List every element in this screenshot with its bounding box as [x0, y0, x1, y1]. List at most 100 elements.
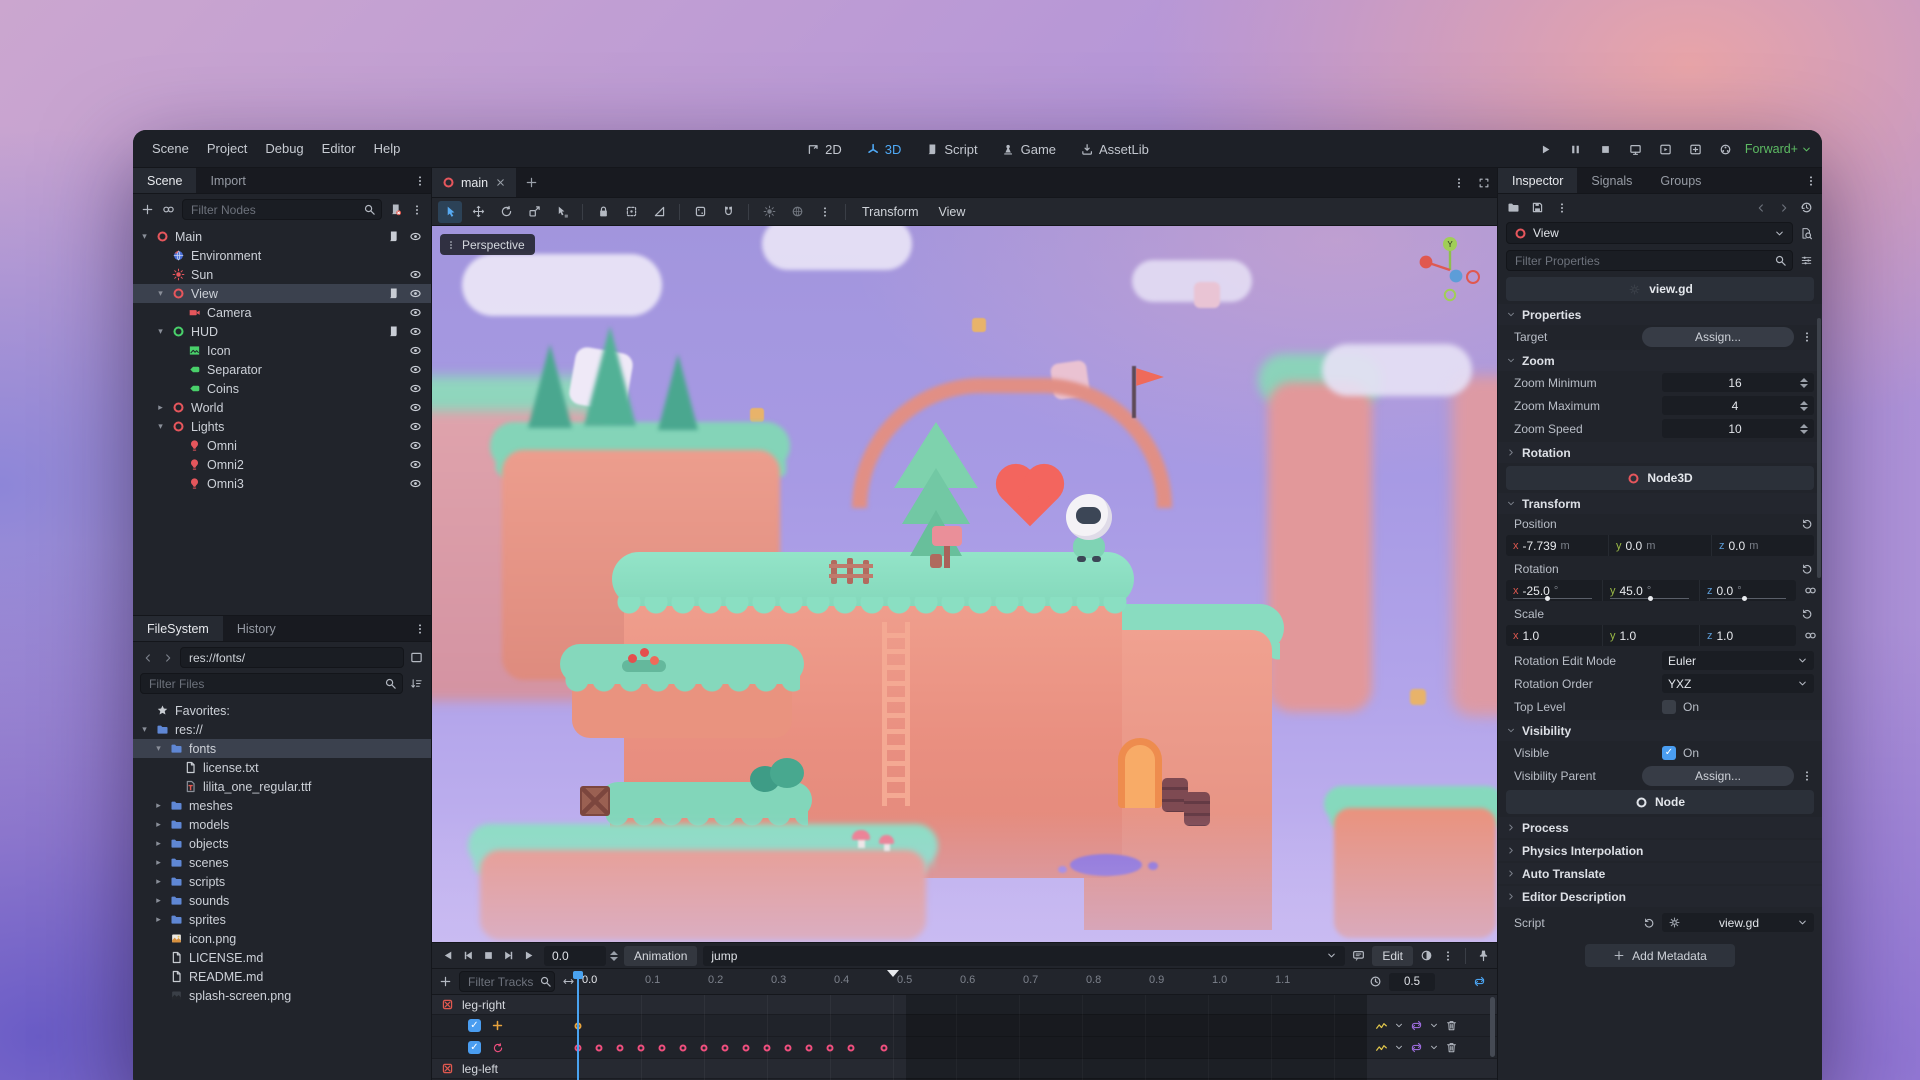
add-metadata-button[interactable]: Add Metadata	[1585, 944, 1735, 967]
edited-node-dropdown[interactable]: View	[1506, 222, 1793, 244]
assign-target-button[interactable]: Assign...	[1642, 327, 1794, 347]
script-category-bar[interactable]: view.gd	[1506, 277, 1814, 301]
dots-tool-button[interactable]	[813, 201, 837, 223]
scale-tool-button[interactable]	[522, 201, 546, 223]
scene-node-coins[interactable]: Coins	[133, 379, 431, 398]
visibility-eye-icon[interactable]	[408, 286, 423, 301]
next-frame-button[interactable]	[498, 948, 518, 963]
save-resource-icon[interactable]	[1530, 200, 1545, 215]
stop-button[interactable]	[478, 948, 498, 963]
renderer-selector[interactable]: Forward+	[1745, 142, 1812, 157]
visibility-eye-icon[interactable]	[408, 324, 423, 339]
environment-preview-tool-button[interactable]	[785, 201, 809, 223]
animation-length-field[interactable]: 0.5	[1389, 973, 1435, 991]
scene-node-icon[interactable]: Icon	[133, 341, 431, 360]
close-icon[interactable]	[494, 175, 506, 190]
lock-tool-button[interactable]	[591, 201, 615, 223]
play-scene-button[interactable]	[1656, 142, 1676, 157]
back-button[interactable]	[140, 650, 155, 665]
list-select-tool-button[interactable]	[550, 201, 574, 223]
workspace-3d[interactable]: 3D	[858, 138, 910, 161]
section-transform[interactable]: Transform	[1498, 493, 1822, 514]
file-item-icon-png[interactable]: icon.png	[133, 929, 431, 948]
menu-project[interactable]: Project	[198, 137, 256, 160]
workspace-game[interactable]: Game	[994, 138, 1064, 161]
zoom-speed-field[interactable]: 10	[1662, 419, 1814, 438]
inspector-tab-groups[interactable]: Groups	[1646, 168, 1715, 193]
visible-checkbox[interactable]: ✓	[1662, 746, 1676, 760]
update-mode-icon[interactable]	[1374, 1018, 1389, 1033]
file-item-res---[interactable]: ▾res://	[133, 720, 431, 739]
animation-tools-icon[interactable]	[1351, 948, 1366, 963]
edit-button[interactable]: Edit	[1372, 946, 1413, 966]
link-icon[interactable]	[1803, 628, 1818, 643]
delete-track-icon[interactable]	[1444, 1018, 1459, 1033]
play-backwards-button[interactable]	[438, 948, 458, 963]
visibility-eye-icon[interactable]	[408, 457, 423, 472]
history-forward-icon[interactable]	[1776, 200, 1791, 215]
timeline-ruler[interactable]: 0.00.10.20.30.40.50.60.70.80.91.01.1	[432, 969, 1497, 994]
snap-tool-button[interactable]	[688, 201, 712, 223]
viewport-menu-view[interactable]: View	[931, 202, 974, 222]
filter-files-input[interactable]	[140, 673, 403, 694]
file-item-meshes[interactable]: ▸meshes	[133, 796, 431, 815]
rotate-tool-button[interactable]	[494, 201, 518, 223]
section-editor-description[interactable]: Editor Description	[1498, 886, 1822, 907]
menu-debug[interactable]: Debug	[256, 137, 312, 160]
file-item-fonts[interactable]: ▾fonts	[133, 739, 431, 758]
snap-time-icon[interactable]	[1368, 974, 1383, 989]
keyframe[interactable]	[721, 1044, 728, 1051]
section-auto-translate[interactable]: Auto Translate	[1498, 863, 1822, 884]
scene-tab-main[interactable]: main	[432, 168, 516, 197]
keyframe[interactable]	[658, 1044, 665, 1051]
revert-icon[interactable]	[1799, 517, 1814, 532]
menu-help[interactable]: Help	[365, 137, 410, 160]
playhead-handle[interactable]	[573, 971, 583, 979]
file-item-license-txt[interactable]: license.txt	[133, 758, 431, 777]
prev-frame-button[interactable]	[458, 948, 478, 963]
add-node-button[interactable]	[140, 202, 155, 217]
scene-node-sun[interactable]: Sun	[133, 265, 431, 284]
keyframe[interactable]	[701, 1044, 708, 1051]
inspector-tab-signals[interactable]: Signals	[1577, 168, 1646, 193]
section-physics-interpolation[interactable]: Physics Interpolation	[1498, 840, 1822, 861]
visibility-eye-icon[interactable]	[408, 305, 423, 320]
history-back-icon[interactable]	[1753, 200, 1768, 215]
section-zoom[interactable]: Zoom	[1498, 350, 1822, 371]
scene-node-lights[interactable]: ▾Lights	[133, 417, 431, 436]
movie-maker-button[interactable]	[1716, 142, 1736, 157]
visibility-eye-icon[interactable]	[408, 400, 423, 415]
scene-node-view[interactable]: ▾View	[133, 284, 431, 303]
file-item-sprites[interactable]: ▸sprites	[133, 910, 431, 929]
keyframe[interactable]	[847, 1044, 854, 1051]
node3d-category-bar[interactable]: Node3D	[1506, 466, 1814, 490]
keyframe[interactable]	[595, 1044, 602, 1051]
ruler-tool-tool-button[interactable]	[647, 201, 671, 223]
visibility-eye-icon[interactable]	[408, 343, 423, 358]
scene-node-hud[interactable]: ▾HUD	[133, 322, 431, 341]
remote-debug-button[interactable]	[1626, 142, 1646, 157]
sort-files-icon[interactable]	[409, 676, 424, 691]
workspace-assetlib[interactable]: AssetLib	[1072, 138, 1157, 161]
move-tool-button[interactable]	[466, 201, 490, 223]
rotation-order-dropdown[interactable]: YXZ	[1662, 674, 1814, 693]
scene-tabs-menu-icon[interactable]	[1451, 175, 1466, 190]
track-enabled-checkbox[interactable]: ✓	[468, 1041, 481, 1054]
assign-visibility-parent-button[interactable]: Assign...	[1642, 766, 1794, 786]
property-options-icon[interactable]	[1799, 768, 1814, 783]
play-button[interactable]	[1536, 142, 1556, 157]
loop-animation-icon[interactable]	[1472, 974, 1487, 989]
open-docs-icon[interactable]	[1799, 226, 1814, 241]
pause-button[interactable]	[1566, 142, 1586, 157]
wrap-mode-icon[interactable]	[1409, 1018, 1424, 1033]
animation-menu-button[interactable]: Animation	[624, 946, 697, 966]
scene-node-camera[interactable]: Camera	[133, 303, 431, 322]
keyframe[interactable]	[764, 1044, 771, 1051]
section-rotation-collapsed[interactable]: Rotation	[1498, 442, 1822, 463]
select-tool-button[interactable]	[438, 201, 462, 223]
visibility-eye-icon[interactable]	[408, 438, 423, 453]
file-item-sounds[interactable]: ▸sounds	[133, 891, 431, 910]
scene-dock-menu-icon[interactable]	[412, 173, 427, 188]
section-properties[interactable]: Properties	[1498, 304, 1822, 325]
top-level-checkbox[interactable]	[1662, 700, 1676, 714]
